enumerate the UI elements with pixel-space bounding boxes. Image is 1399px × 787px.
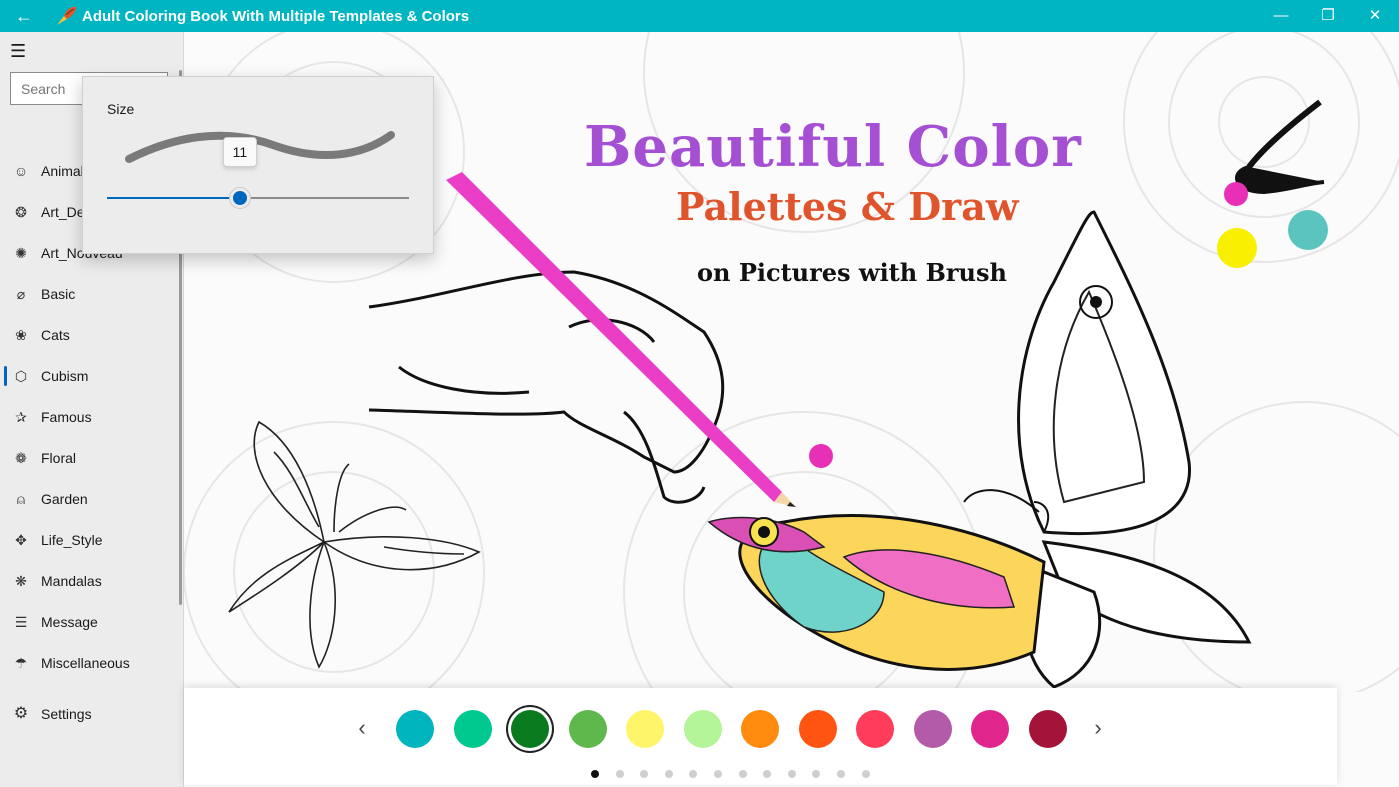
color-swatch[interactable] — [913, 710, 952, 748]
size-slider-fill — [107, 197, 240, 199]
size-slider-thumb[interactable] — [229, 188, 250, 208]
page-indicator-dot[interactable] — [640, 770, 649, 778]
window-title: Adult Coloring Book With Multiple Templa… — [82, 8, 470, 25]
category-icon: ☺ — [13, 163, 29, 179]
category-icon: ⍝ — [16, 491, 26, 507]
sidebar-item-label: Garden — [41, 491, 88, 507]
hero-tagline: on Pictures with Brush — [697, 258, 1007, 287]
color-swatch[interactable] — [683, 710, 722, 748]
color-swatch[interactable] — [1028, 710, 1067, 748]
app-logo-icon — [57, 6, 76, 25]
category-icon: ⬡ — [14, 368, 28, 384]
sidebar-item-label: Mandalas — [41, 573, 102, 589]
sidebar-item-cats[interactable]: ❀ Cats — [0, 315, 180, 355]
category-icon: ✥ — [15, 532, 27, 548]
minimize-button[interactable]: — — [1258, 0, 1304, 32]
page-indicator-dot[interactable] — [615, 770, 624, 778]
color-swatch[interactable] — [798, 710, 837, 748]
page-indicator-dot[interactable] — [689, 770, 698, 778]
sidebar-item-floral[interactable]: ❁ Floral — [0, 438, 180, 478]
sidebar-item-famous[interactable]: ✰ Famous — [0, 397, 180, 437]
category-icon: ☂ — [14, 655, 28, 671]
category-icon: ❋ — [15, 573, 27, 589]
sidebar-item-miscellaneous[interactable]: ☂ Miscellaneous — [0, 643, 180, 680]
color-palette-bar: ‹ › — [184, 688, 1337, 785]
sidebar-item-label: Cats — [41, 327, 70, 343]
back-arrow-icon[interactable]: ← — [12, 6, 36, 26]
settings-item[interactable]: ⚙ Settings — [0, 694, 180, 734]
sidebar-item-label: Famous — [41, 409, 92, 425]
stroke-preview — [125, 131, 395, 163]
category-icon: ✰ — [15, 409, 27, 425]
category-icon: ☰ — [14, 614, 28, 630]
category-icon: ⌀ — [16, 286, 26, 302]
color-swatch[interactable] — [741, 710, 779, 748]
settings-label: Settings — [41, 706, 92, 722]
color-swatch[interactable] — [453, 710, 492, 748]
hero-subtitle: Palettes & Draw — [676, 184, 1019, 229]
color-swatch[interactable] — [971, 710, 1009, 748]
sidebar-item-mandalas[interactable]: ❋ Mandalas — [0, 561, 180, 601]
page-indicator-dot[interactable] — [763, 770, 772, 778]
page-indicator-dot[interactable] — [812, 770, 821, 778]
color-swatch[interactable] — [568, 710, 607, 748]
sketch-butterfly — [228, 420, 481, 669]
close-button[interactable]: ✕ — [1352, 0, 1398, 32]
sidebar-item-cubism[interactable]: ⬡ Cubism — [0, 356, 180, 396]
page-indicator-dot[interactable] — [664, 770, 673, 778]
category-icon: ❀ — [15, 327, 27, 343]
size-value-tooltip: 11 — [222, 137, 257, 167]
sidebar-item-label: Floral — [41, 450, 77, 466]
color-swatch[interactable] — [511, 710, 549, 748]
palette-next-icon[interactable]: › — [1086, 716, 1110, 740]
category-icon: ✺ — [15, 245, 27, 261]
palette-prev-icon[interactable]: ‹ — [350, 716, 374, 740]
hero-title: Beautiful Color — [584, 114, 1082, 180]
sidebar-item-message[interactable]: ☰ Message — [0, 602, 180, 642]
hamburger-menu-icon[interactable]: ☰ — [10, 40, 32, 62]
brush-size-popup: Size 11 — [82, 76, 434, 254]
category-icon: ❂ — [15, 204, 27, 220]
page-indicator-dot[interactable] — [837, 770, 845, 778]
page-indicator-dot[interactable] — [738, 770, 747, 778]
category-icon: ❁ — [15, 450, 27, 466]
sidebar-item-life-style[interactable]: ✥ Life_Style — [0, 520, 180, 560]
page-indicator-dot[interactable] — [861, 770, 870, 778]
gear-icon: ⚙ — [13, 705, 29, 722]
title-bar: ← Adult Coloring Book With Multiple Temp… — [0, 0, 1399, 32]
page-indicator-dot[interactable] — [714, 770, 722, 778]
sidebar-item-label: Message — [41, 614, 98, 630]
sidebar-item-label: Basic — [41, 286, 76, 302]
sidebar-item-label: Miscellaneous — [41, 655, 130, 671]
sidebar-item-garden[interactable]: ⍝ Garden — [0, 479, 180, 519]
color-swatch[interactable] — [856, 710, 894, 748]
sidebar-item-label: Life_Style — [41, 532, 103, 548]
page-indicator-dot[interactable] — [787, 770, 796, 778]
maximize-button[interactable]: ❐ — [1305, 0, 1351, 32]
sidebar-item-label: Cubism — [41, 368, 89, 384]
size-label: Size — [107, 101, 135, 117]
page-indicator-dot[interactable] — [591, 770, 599, 778]
sidebar-item-basic[interactable]: ⌀ Basic — [0, 274, 180, 314]
color-swatch[interactable] — [396, 710, 434, 748]
color-swatch[interactable] — [626, 710, 664, 748]
paint-brush — [1235, 99, 1325, 195]
